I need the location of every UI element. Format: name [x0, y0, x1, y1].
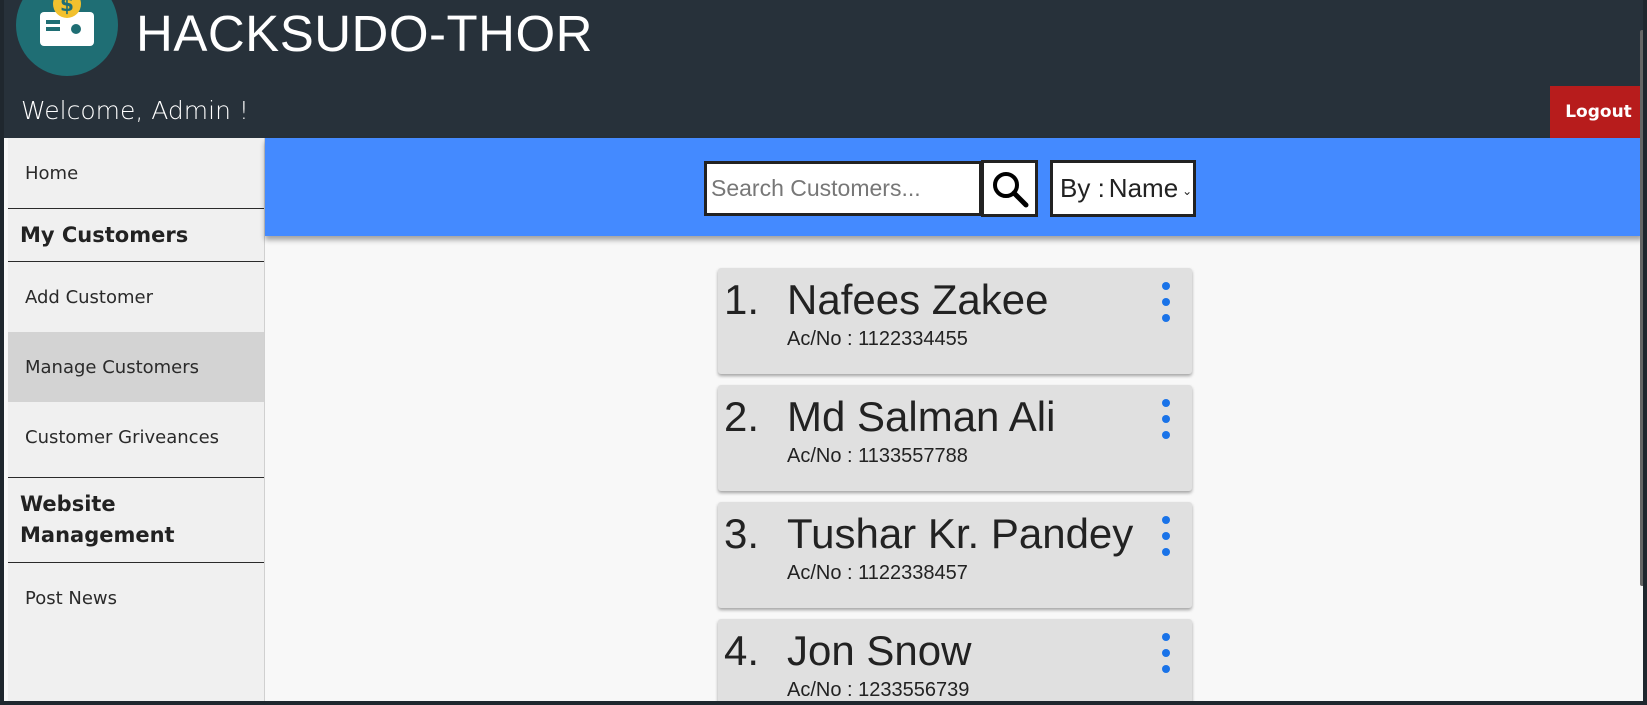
customer-account-number: Ac/No : 1233556739 — [787, 679, 970, 701]
sidebar-item-home[interactable]: Home — [8, 138, 264, 208]
sidebar-item-add-customer[interactable]: Add Customer — [8, 262, 264, 332]
customer-account-number: Ac/No : 1133557788 — [787, 445, 968, 467]
search-by-select[interactable]: Name ⌄ — [1109, 173, 1192, 204]
customer-name: Md Salman Ali — [787, 393, 1056, 440]
customer-card[interactable]: 4. Jon Snow Ac/No : 1233556739 — [718, 619, 1192, 701]
customer-account-number: Ac/No : 1122334455 — [787, 328, 968, 350]
sidebar-heading-website-management: Website Management — [20, 492, 175, 547]
sidebar-heading-my-customers: My Customers — [20, 223, 189, 247]
customer-card[interactable]: 1. Nafees Zakee Ac/No : 1122334455 — [718, 268, 1192, 374]
customer-card[interactable]: 3. Tushar Kr. Pandey Ac/No : 1122338457 — [718, 502, 1192, 608]
search-by-selector: By : Name ⌄ — [1050, 160, 1196, 217]
customer-number: 2. — [724, 393, 760, 440]
customer-name: Tushar Kr. Pandey — [787, 510, 1134, 557]
app-window: $ HACKSUDO-THOR Welcome, Admin ! Logout … — [0, 0, 1647, 705]
sidebar: Home My Customers Add Customer Manage Cu… — [8, 138, 265, 701]
search-by-label: By : — [1060, 173, 1105, 203]
sidebar-item-post-news[interactable]: Post News — [8, 563, 264, 633]
customer-account-number: Ac/No : 1122338457 — [787, 562, 968, 584]
logout-button[interactable]: Logout — [1550, 86, 1643, 138]
sidebar-item-customer-griveances[interactable]: Customer Griveances — [8, 402, 264, 472]
more-vert-icon[interactable] — [1154, 516, 1178, 556]
search-button[interactable] — [981, 160, 1038, 217]
more-vert-icon[interactable] — [1154, 633, 1178, 673]
search-input[interactable] — [704, 161, 982, 216]
customer-number: 3. — [724, 510, 760, 557]
search-by-value: Name — [1108, 173, 1179, 203]
customer-number: 4. — [724, 627, 760, 674]
customer-name: Jon Snow — [787, 627, 972, 674]
more-vert-icon[interactable] — [1154, 399, 1178, 439]
customer-card[interactable]: 2. Md Salman Ali Ac/No : 1133557788 — [718, 385, 1192, 491]
page-scrollbar[interactable] — [1640, 30, 1643, 586]
customer-number: 1. — [724, 276, 760, 323]
customer-name: Nafees Zakee — [787, 276, 1049, 323]
dollar-card-icon: $ — [16, 0, 118, 76]
top-header: $ HACKSUDO-THOR Welcome, Admin ! Logout — [4, 0, 1643, 138]
sidebar-item-manage-customers[interactable]: Manage Customers — [8, 332, 264, 402]
app-title: HACKSUDO-THOR — [136, 5, 594, 62]
search-icon — [992, 171, 1028, 207]
svg-text:$: $ — [60, 0, 74, 16]
more-vert-icon[interactable] — [1154, 282, 1178, 322]
chevron-down-icon: ⌄ — [1182, 183, 1193, 198]
welcome-text: Welcome, Admin ! — [21, 96, 249, 125]
